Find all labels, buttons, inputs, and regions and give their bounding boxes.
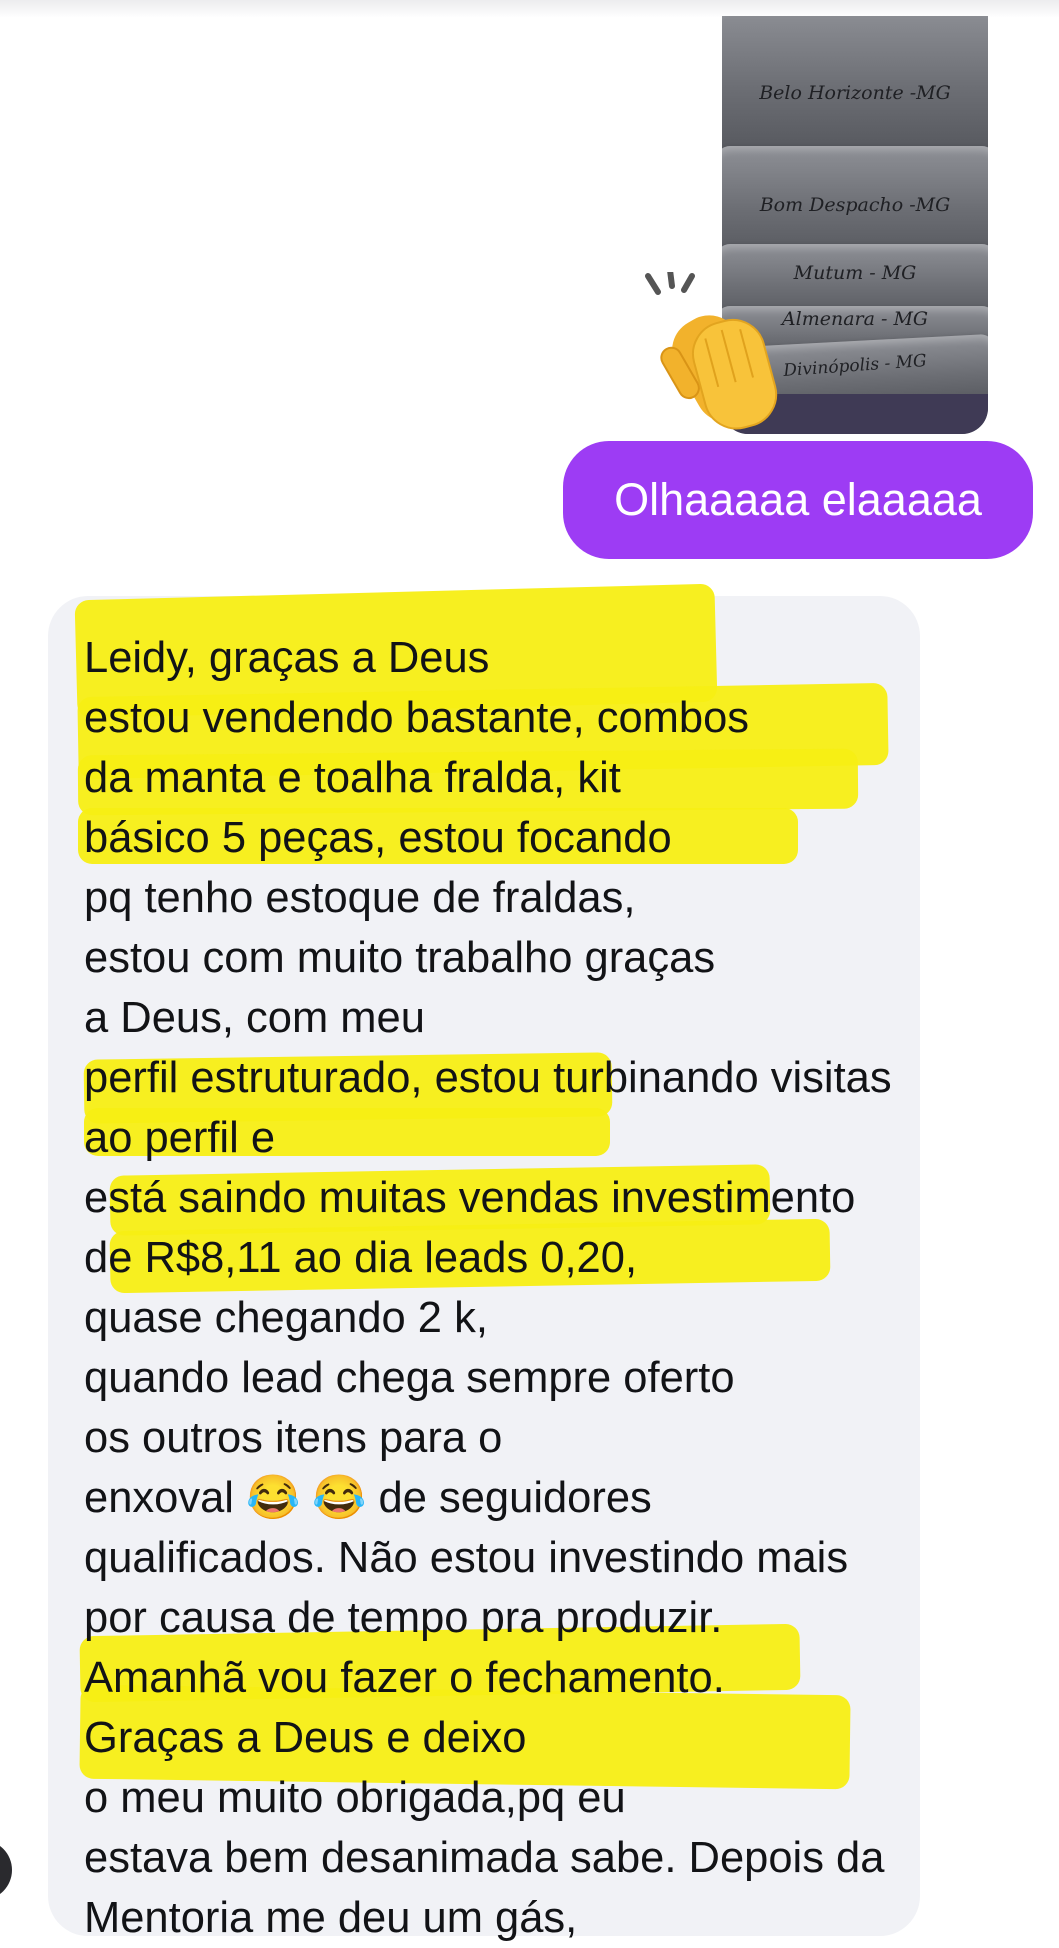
avatar[interactable] <box>0 1840 12 1900</box>
package-label: Belo Horizonte -MG <box>759 82 951 104</box>
received-message-text: Leidy, graças a Deus estou vendendo bast… <box>84 634 892 1942</box>
clapping-hands-icon <box>645 272 778 430</box>
package-label: Bom Despacho -MG <box>759 194 951 216</box>
sent-message-bubble[interactable]: Olhaaaaa elaaaaa <box>563 441 1033 559</box>
sent-message-text: Olhaaaaa elaaaaa <box>614 474 982 525</box>
